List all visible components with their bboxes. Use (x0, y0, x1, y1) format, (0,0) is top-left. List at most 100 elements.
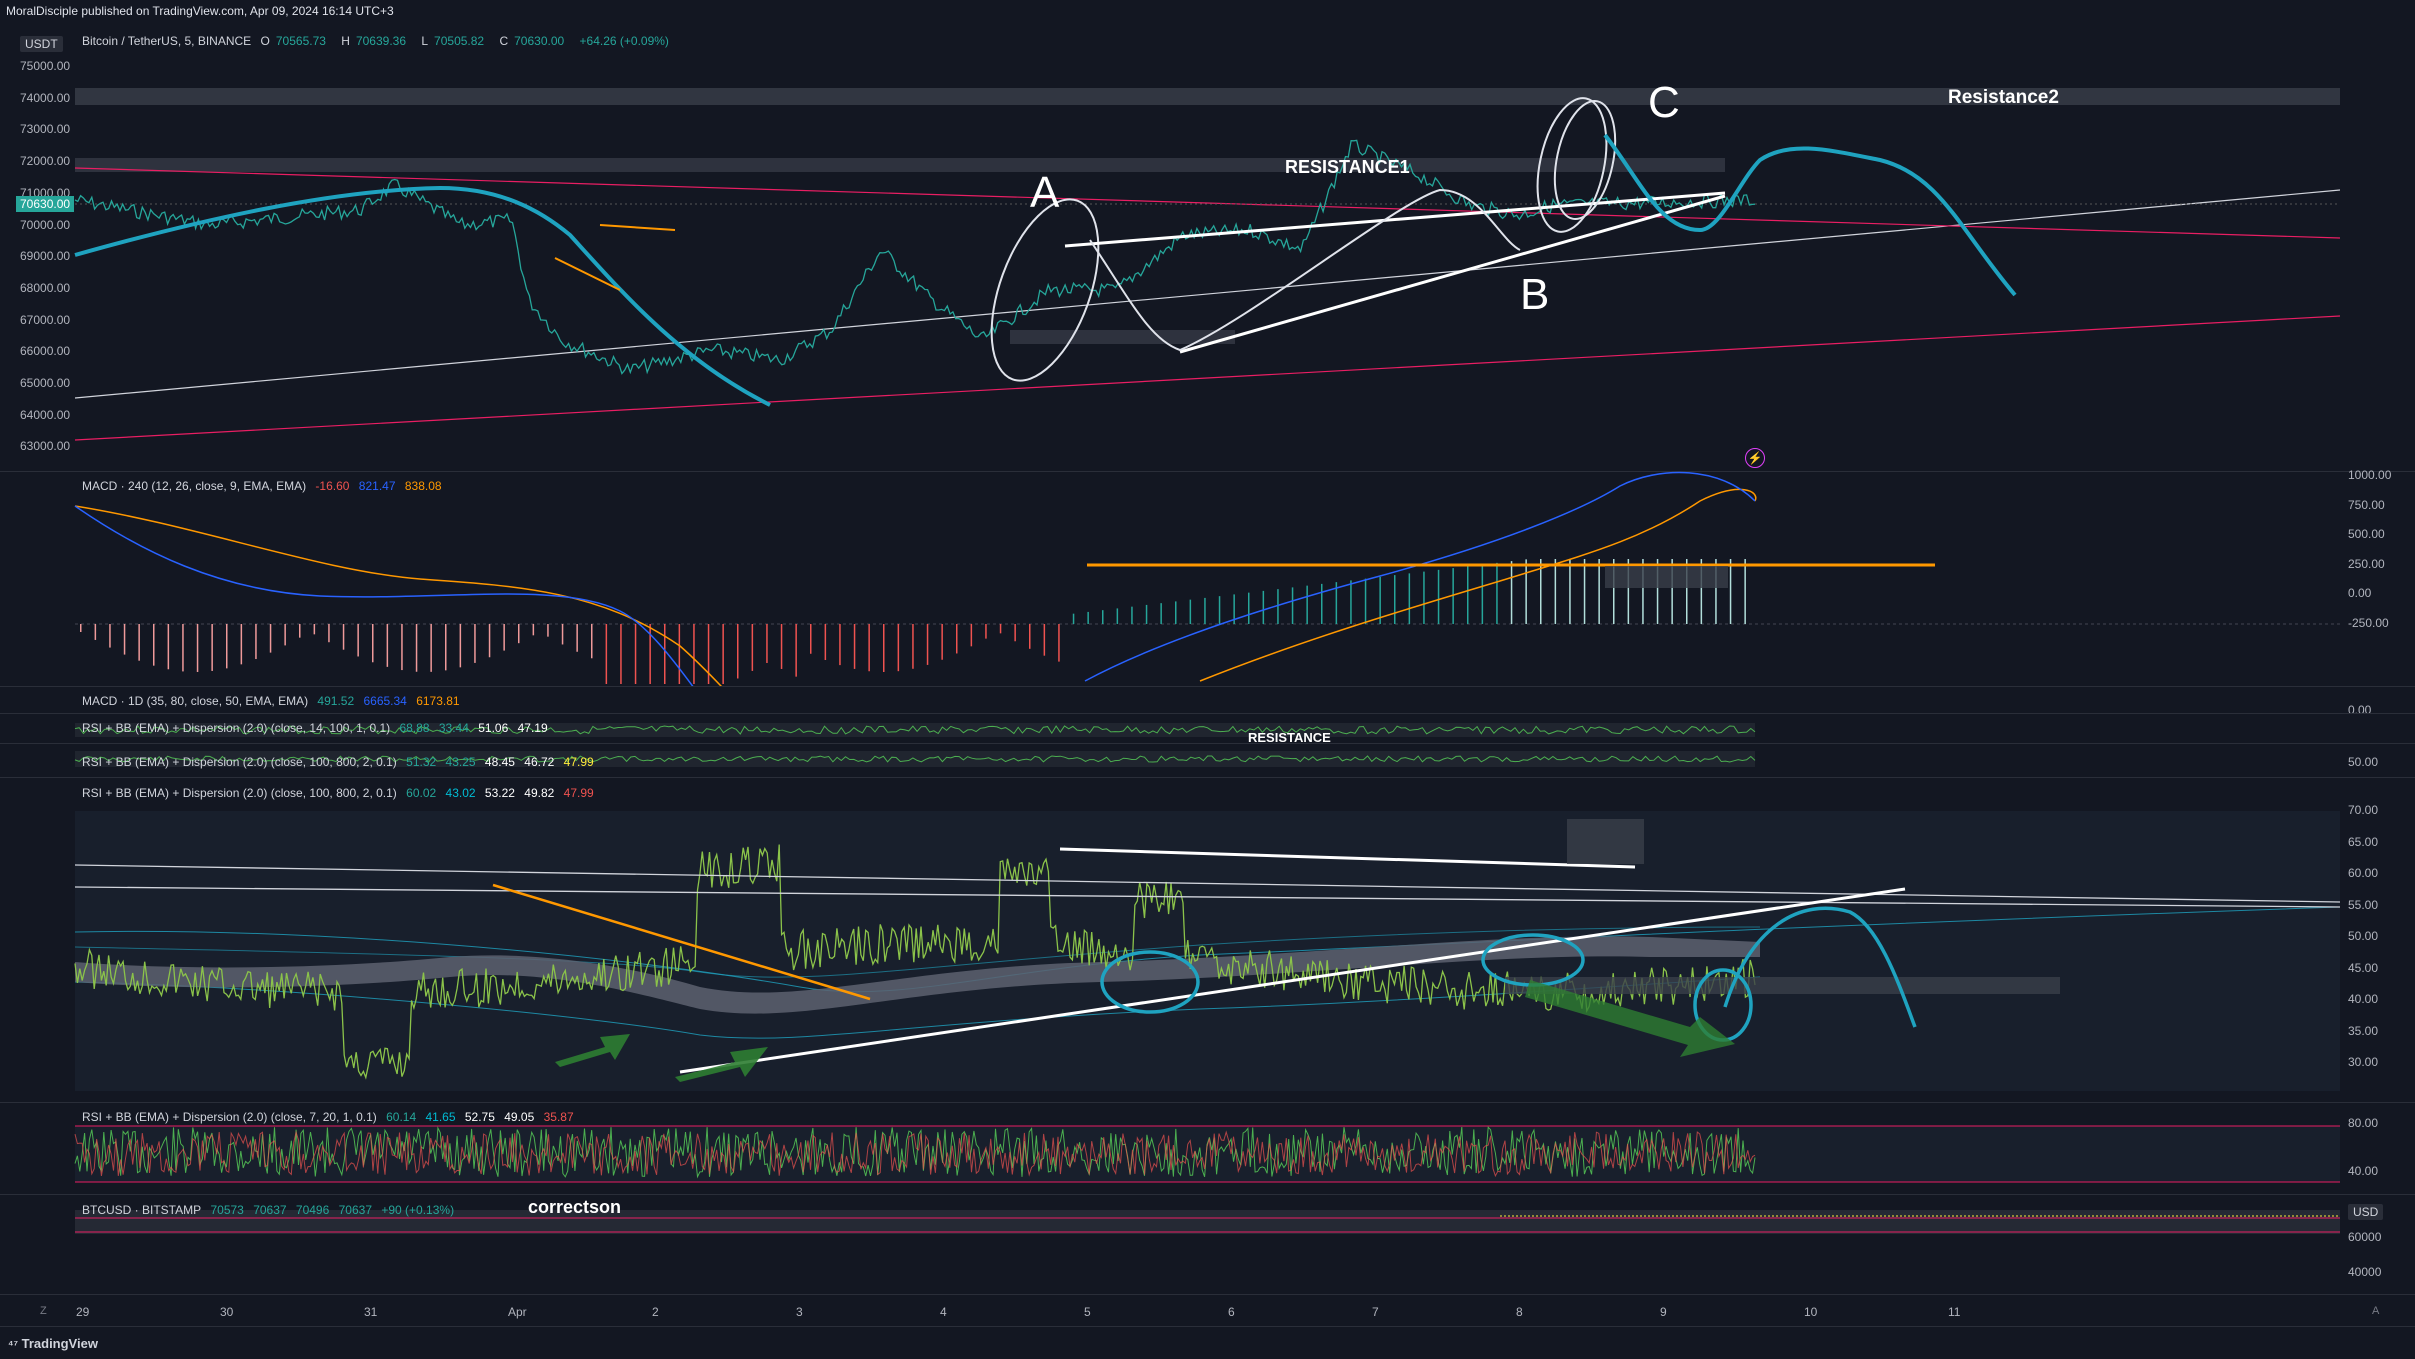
macd-hist-bar (1131, 606, 1133, 624)
macd-hist-bar (138, 624, 140, 661)
macd-hist-bar (1350, 580, 1352, 624)
macd-y-label: 500.00 (2348, 527, 2385, 541)
macd-hist-bar (912, 624, 914, 669)
macd-hist-bar (1058, 624, 1060, 662)
time-tick: 10 (1804, 1305, 1818, 1319)
macd-hist-bar (1598, 559, 1600, 624)
time-tick: 2 (652, 1305, 659, 1319)
pink-upper-line (74, 167, 2341, 239)
macd-hist-bar (561, 624, 564, 645)
macd-y-label: 250.00 (2348, 556, 2385, 571)
macd-hist-bar (1423, 571, 1425, 624)
lower-wedge-line (1179, 194, 1726, 354)
macd-hist-bar (766, 624, 768, 663)
macd-hist-bar (810, 624, 812, 654)
time-tick: 29 (76, 1305, 90, 1319)
macd-hist-bar (1218, 596, 1221, 624)
macd-hist-bar (634, 624, 637, 684)
btcusd-canvas[interactable] (0, 1194, 2340, 1244)
btcusd-axis-60000: 60000 (2348, 1230, 2382, 1244)
macd-hist-bar (532, 624, 535, 636)
macd-hist-bar (474, 624, 476, 663)
macd-hist-bar (518, 624, 520, 644)
usd-currency-button[interactable]: USD (2348, 1204, 2384, 1220)
macd-hist-bar (240, 624, 243, 665)
auto-scale-icon[interactable]: A (2372, 1305, 2379, 1317)
macd-hist-bar (109, 624, 111, 648)
time-tick: 9 (1660, 1305, 1667, 1319)
macd-hist-bar (269, 624, 272, 653)
macd-hist-bar (722, 624, 724, 684)
macd-hist-bar (1569, 559, 1571, 624)
rsi4-y-label: 40.00 (2348, 1164, 2379, 1178)
macd240-canvas[interactable] (0, 471, 2340, 686)
macd-hist-bar (357, 624, 359, 657)
zoom-icon[interactable]: Z (40, 1305, 47, 1317)
macd1d-legend: MACD · 1D (35, 80, close, 50, EMA, EMA) … (82, 694, 460, 708)
macd-hist-bar (1467, 566, 1469, 624)
macd-y-label: 0.00 (2348, 586, 2372, 600)
macd-hist-bar (1262, 590, 1265, 624)
macd-hist-bar (1744, 559, 1746, 624)
macd1d-axis-label: 0.00 (2348, 703, 2372, 717)
rsi2-legend: RSI + BB (EMA) + Dispersion (2.0) (close… (82, 755, 594, 769)
macd-hist-bar (1729, 559, 1732, 624)
macd-hist-bar (80, 624, 82, 632)
macd-hist-bar (123, 624, 126, 655)
rsi3-y-label: 35.00 (2348, 1023, 2379, 1038)
macd-hist-bar (1072, 613, 1075, 624)
macd-hist-bar (196, 624, 199, 672)
rsi3-y-label: 30.00 (2348, 1055, 2379, 1069)
blue-curve-left (74, 185, 771, 407)
macd-hist-bar (255, 624, 257, 660)
btcusd-axis-40000: 40000 (2348, 1265, 2382, 1279)
rsi4-canvas[interactable] (0, 1102, 2340, 1194)
macd-hist-bar (1102, 610, 1104, 624)
macd-hist-bar (693, 624, 695, 684)
rsi3-y-label: 55.00 (2348, 897, 2379, 912)
macd-hist-bar (430, 624, 432, 672)
btcusd-legend: BTCUSD · BITSTAMP 70573 70637 70496 7063… (82, 1203, 455, 1217)
macd-hist-bar (576, 624, 578, 652)
macd-hist-bar (488, 624, 491, 658)
macd-hist-bar (342, 624, 345, 650)
lightning-icon[interactable]: ⚡ (1745, 448, 1765, 468)
macd-hist-bar (897, 624, 900, 672)
macd-y-label: 750.00 (2348, 497, 2385, 512)
macd-hist-bar (780, 624, 783, 669)
time-tick: 7 (1372, 1305, 1379, 1319)
macd-hist-bar (1116, 608, 1119, 624)
macd-hist-bar (591, 624, 593, 659)
time-tick: 6 (1228, 1305, 1235, 1319)
support-zone (1010, 330, 1235, 344)
macd-hist-bar (1437, 569, 1440, 624)
macd-hist-bar (94, 624, 97, 640)
macd-hist-bar (883, 624, 885, 672)
macd-hist-bar (284, 624, 286, 646)
macd-y-label: -250.00 (2348, 615, 2389, 630)
macd-hist-bar (751, 624, 754, 671)
macd-hist-bar (707, 624, 710, 684)
macd-hist-bar (620, 624, 622, 684)
macd-hist-bar (1248, 592, 1250, 624)
macd-hist-bar (839, 624, 841, 666)
macd-hist-bar (211, 624, 213, 671)
macd-hist-bar (737, 624, 739, 679)
macd-hist-bar (1408, 573, 1411, 624)
macd-hist-bar (401, 624, 403, 671)
macd-hist-bar (678, 624, 681, 684)
macd-line-left (74, 505, 694, 686)
macd-hist-bar (299, 624, 301, 638)
macd-hist-bar (372, 624, 374, 663)
macd-hist-bar (313, 624, 316, 635)
macd-hist-bar (1496, 562, 1498, 624)
macd-hist-bar (1554, 559, 1557, 624)
macd-hist-bar (1087, 611, 1089, 624)
macd-hist-bar (970, 624, 973, 647)
time-tick: 8 (1516, 1305, 1523, 1319)
rsi3-y-label: 50.00 (2348, 929, 2379, 943)
rsi3-canvas[interactable] (0, 777, 2340, 1102)
rsi3-y-label: 40.00 (2348, 992, 2379, 1006)
macd-hist-bar (1583, 559, 1586, 624)
macd-hist-bar (445, 624, 447, 671)
